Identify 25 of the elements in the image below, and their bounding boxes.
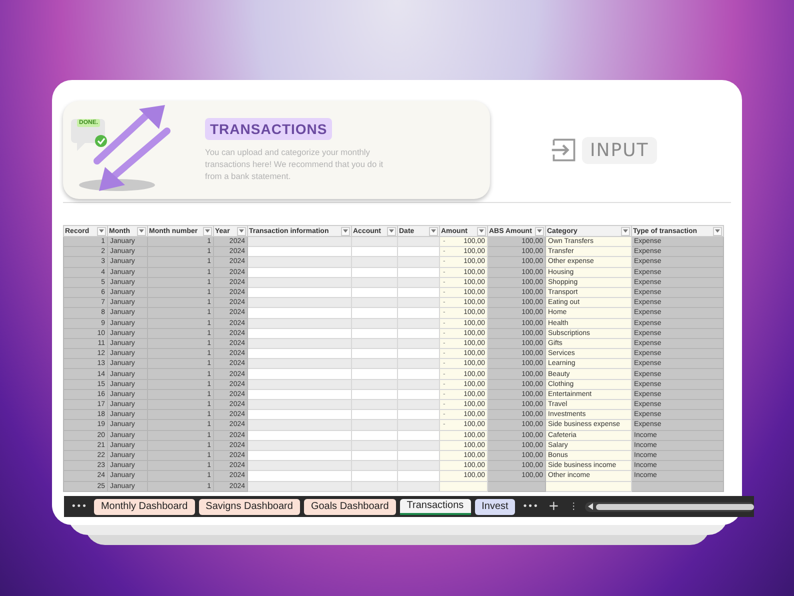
filter-button[interactable] <box>713 226 722 236</box>
sheet-tab[interactable]: Transactions <box>400 498 471 514</box>
filter-button[interactable] <box>429 226 438 236</box>
filter-button[interactable] <box>535 226 544 236</box>
page-title: TRANSACTIONS <box>205 118 332 140</box>
description-text: You can upload and categorize your monthly transactions here! We recommend that you do it from a bank statement. <box>205 146 384 182</box>
sheet-tab[interactable]: Savigns Dashboard <box>198 498 300 514</box>
filter-button[interactable] <box>621 226 630 236</box>
enter-arrow-icon <box>550 136 578 164</box>
filter-button[interactable] <box>477 226 486 236</box>
filter-button[interactable] <box>137 226 146 236</box>
sheet-tab[interactable]: Monthly Dashboard <box>94 498 195 514</box>
more-button[interactable]: ••• <box>68 502 90 512</box>
options-button[interactable]: ⋮ <box>566 502 582 512</box>
filter-button[interactable] <box>97 226 106 236</box>
filter-button[interactable] <box>237 226 246 236</box>
horizontal-scrollbar[interactable] <box>585 502 754 512</box>
sheet-tab[interactable]: Goals Dashboard <box>304 498 396 514</box>
filter-button[interactable] <box>203 226 212 236</box>
add-sheet-button[interactable]: + <box>545 499 562 514</box>
sheet-tab[interactable]: Invest <box>474 498 516 514</box>
more-button[interactable]: ••• <box>519 502 542 512</box>
filter-button[interactable] <box>341 226 350 236</box>
scroll-left-icon[interactable] <box>588 503 594 510</box>
filter-button[interactable] <box>387 226 396 236</box>
